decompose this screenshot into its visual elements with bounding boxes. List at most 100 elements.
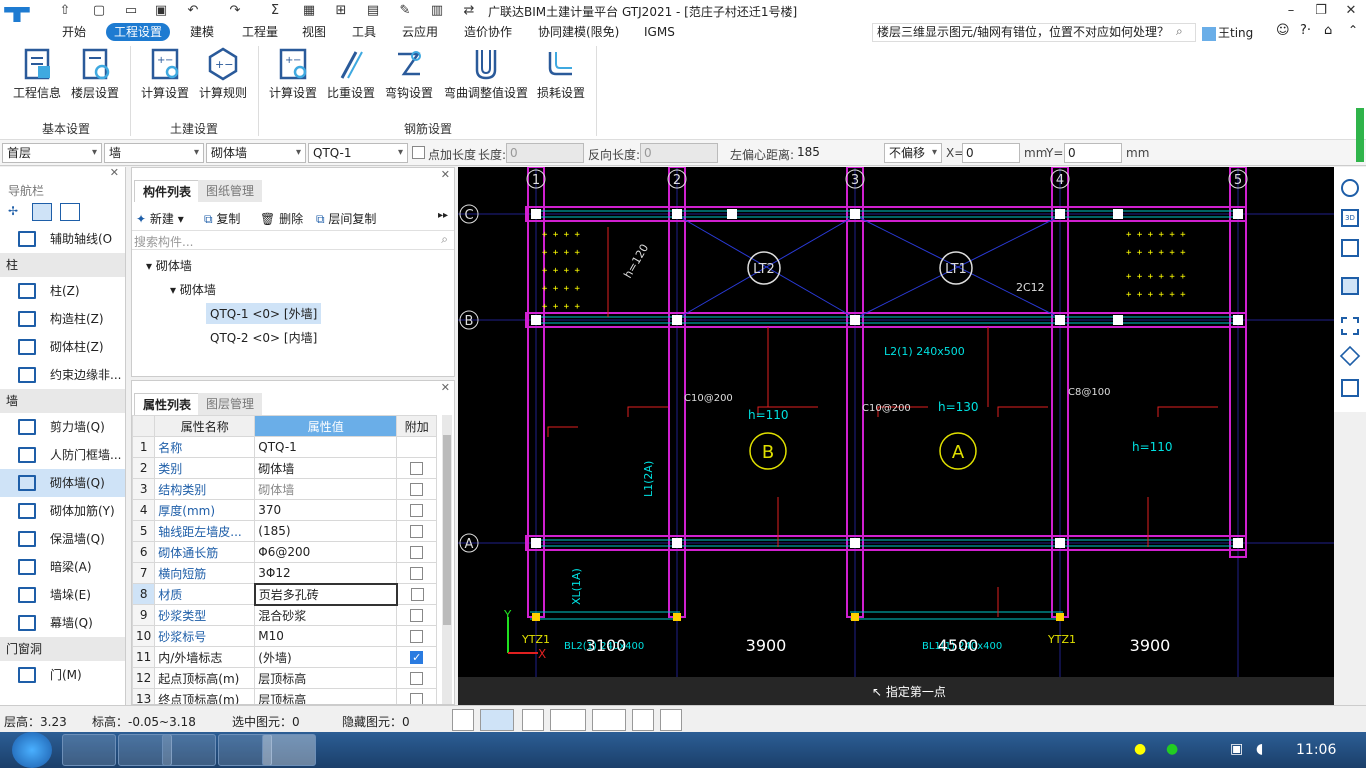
property-value[interactable]: 混合砂浆 (254, 604, 398, 626)
reverse-length-input[interactable]: 0 (640, 143, 718, 163)
iso-view-icon[interactable] (1339, 345, 1361, 367)
tab-collab-modeling[interactable]: 协同建模(限免) (530, 23, 627, 41)
tab-cloud[interactable]: 云应用 (394, 23, 446, 41)
nav-item[interactable]: 保温墙(Q) (0, 525, 125, 553)
calculator-icon[interactable]: ▦ (300, 2, 318, 20)
subtype-select[interactable]: 砌体墙 (206, 143, 306, 163)
chevron-up-icon[interactable]: ⌃ (1348, 23, 1358, 37)
fit-view-icon[interactable] (1341, 317, 1359, 335)
tree-root[interactable]: ▾ 砌体墙 (146, 257, 192, 274)
pen-icon[interactable]: ✎ (396, 2, 414, 20)
nav-item[interactable]: 构造柱(Z) (0, 305, 125, 333)
tray-icon-1[interactable]: ● (1134, 741, 1146, 757)
tab-modeling[interactable]: 建模 (182, 23, 222, 41)
property-value[interactable]: (外墙) (254, 646, 398, 668)
list-view-icon[interactable] (32, 203, 52, 221)
3d-view-icon[interactable]: 3D (1341, 209, 1359, 227)
nav-item[interactable]: 辅助轴线(O (0, 225, 125, 253)
detail-view-icon[interactable] (60, 203, 80, 221)
property-value[interactable]: 层顶标高 (254, 667, 398, 689)
minimize-icon[interactable]: – (1276, 0, 1306, 22)
property-row[interactable]: 7 横向短筋 3Φ12 (132, 562, 438, 584)
length-input[interactable]: 0 (506, 143, 584, 163)
ribbon-scrollbar[interactable] (1356, 108, 1364, 162)
snap-point-icon[interactable] (592, 709, 626, 731)
tab-view[interactable]: 视图 (294, 23, 334, 41)
save-icon[interactable]: ▣ (152, 2, 170, 20)
density-settings-button[interactable]: 比重设置 (324, 46, 378, 101)
taskbar-app-1[interactable] (62, 734, 116, 766)
property-row[interactable]: 8 材质 页岩多孔砖 (132, 582, 438, 606)
scrollbar-thumb[interactable] (443, 435, 451, 625)
property-row[interactable]: 11 内/外墙标志 (外墙) ✓ (132, 646, 438, 668)
tab-component-list[interactable]: 构件列表 (134, 180, 201, 202)
property-row[interactable]: 13 终点顶标高(m) 层顶标高 (132, 688, 438, 704)
nav-item[interactable]: 柱(Z) (0, 277, 125, 305)
property-row[interactable]: 4 厚度(mm) 370 (132, 499, 438, 521)
tab-tools[interactable]: 工具 (344, 23, 384, 41)
tab-start[interactable]: 开始 (54, 23, 94, 41)
export-icon[interactable]: ⇄ (460, 2, 478, 20)
property-value[interactable]: 层顶标高 (254, 688, 398, 704)
property-value[interactable]: 页岩多孔砖 (253, 582, 398, 606)
property-value[interactable]: 砌体墙 (254, 457, 398, 479)
snap-rect-icon[interactable] (480, 709, 514, 731)
property-value[interactable]: QTQ-1 (254, 436, 398, 458)
property-value[interactable]: Φ6@200 (254, 541, 398, 563)
start-button[interactable] (12, 732, 52, 768)
tab-project-settings[interactable]: 工程设置 (106, 23, 171, 41)
cube-view-icon[interactable] (1341, 239, 1359, 257)
floor-copy-button[interactable]: ⧉ 层间复制 (316, 210, 376, 227)
help-search-input[interactable]: 楼层三维显示图元/轴网有错位，位置不对应如何处理？ (872, 23, 1196, 42)
property-row[interactable]: 3 结构类别 砌体墙 (132, 478, 438, 500)
box-view-icon[interactable] (1341, 277, 1359, 295)
properties-icon[interactable] (632, 709, 654, 731)
tab-property-list[interactable]: 属性列表 (134, 393, 201, 415)
new-file-icon[interactable]: ▢ (90, 2, 108, 20)
ortho-icon[interactable] (452, 709, 474, 731)
search-icon[interactable]: ⌕ (1176, 24, 1183, 39)
nav-item[interactable]: 砌体墙(Q) (0, 469, 125, 497)
grid-icon[interactable]: ⊞ (332, 2, 350, 20)
tree-child[interactable]: ▾ 砌体墙 (170, 281, 216, 298)
hook-settings-button[interactable]: 弯钩设置 (382, 46, 436, 101)
property-value[interactable]: (185) (254, 520, 398, 542)
rebar-calc-settings-button[interactable]: + − 计算设置 (266, 46, 320, 101)
extra-checkbox[interactable] (410, 672, 424, 685)
table-icon[interactable]: ▤ (364, 2, 382, 20)
search-icon[interactable]: ⌕ (441, 232, 448, 247)
drawing-canvas[interactable]: + + + + + + + + + + + + + + + + + + + + … (458, 167, 1334, 705)
left-offset-input[interactable]: 185 (794, 143, 872, 163)
user-name[interactable]: 王ting (1202, 24, 1253, 41)
nav-item[interactable]: 幕墙(Q) (0, 609, 125, 637)
undo-icon[interactable]: ↶ (184, 2, 202, 20)
network-icon[interactable]: ▣ (1230, 741, 1243, 757)
component-select[interactable]: QTQ-1 (308, 143, 408, 163)
property-row[interactable]: 12 起点顶标高(m) 层顶标高 (132, 667, 438, 689)
help-icon[interactable]: ?· (1300, 23, 1311, 38)
nav-item[interactable]: 剪力墙(Q) (0, 413, 125, 441)
property-row[interactable]: 6 砌体通长筋 Φ6@200 (132, 541, 438, 563)
tree-item-qtq-1[interactable]: QTQ-1 <0> [外墙] (206, 303, 322, 324)
tab-cost-collab[interactable]: 造价协作 (456, 23, 520, 41)
bend-adjust-settings-button[interactable]: 弯曲调整值设置 (440, 46, 532, 101)
close-icon[interactable]: ✕ (441, 168, 450, 181)
property-row[interactable]: 10 砂浆标号 M10 (132, 625, 438, 647)
film-icon[interactable]: ▥ (428, 2, 446, 20)
tab-igms[interactable]: IGMS (636, 23, 683, 41)
property-scrollbar[interactable] (442, 415, 452, 704)
property-row[interactable]: 1 名称 QTQ-1 (132, 436, 438, 458)
extra-checkbox[interactable] (410, 693, 424, 704)
sum-icon[interactable]: Σ (266, 2, 284, 20)
taskbar-app-gtj[interactable] (262, 734, 316, 766)
angle-icon[interactable] (550, 709, 586, 731)
arc-icon[interactable] (660, 709, 682, 731)
extra-checkbox[interactable] (410, 504, 424, 517)
floor-select[interactable]: 首层 (2, 143, 102, 163)
copy-button[interactable]: ⧉ 复制 (204, 210, 240, 227)
floor-plan-drawing[interactable]: + + + + + + + + + + + + + + + + + + + + … (458, 167, 1334, 705)
wechat-icon[interactable]: ● (1166, 741, 1178, 757)
tab-drawing-manage[interactable]: 图纸管理 (198, 180, 263, 202)
property-value[interactable]: 370 (254, 499, 398, 521)
extra-checkbox[interactable] (410, 546, 424, 559)
